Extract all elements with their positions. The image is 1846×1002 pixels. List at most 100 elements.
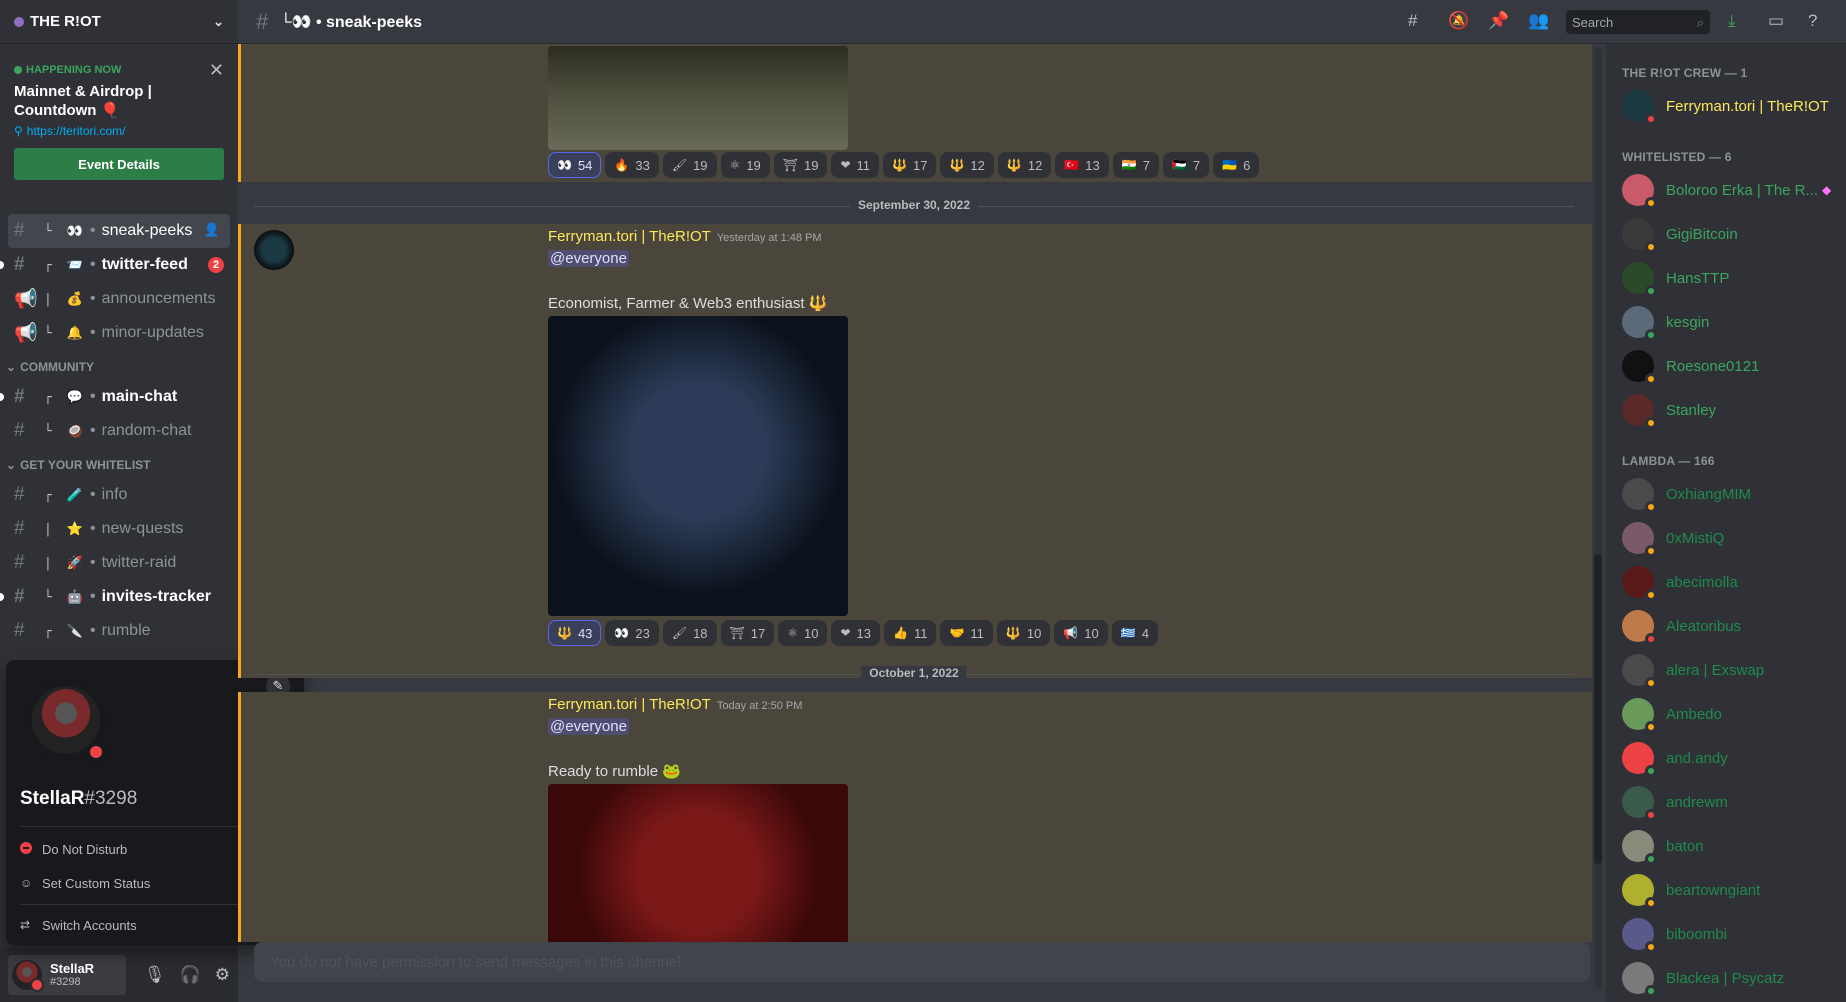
member-item[interactable]: Ambedo [1606,692,1846,736]
member-item[interactable]: Stanley [1606,388,1846,432]
channel-announcements[interactable]: 📢 | 💰 • announcements [0,282,238,316]
channel-random-chat[interactable]: # └ 🥥 • random-chat [0,414,238,448]
reaction-button[interactable]: 🔱 17 [883,152,937,178]
reaction-button[interactable]: 🔱 12 [997,152,1052,178]
reaction-button[interactable]: ❤ 13 [831,620,881,646]
member-item[interactable]: Blackea | Psycatz [1606,956,1846,1000]
everyone-mention[interactable]: @everyone [548,718,629,735]
everyone-mention[interactable]: @everyone [548,250,629,267]
member-item[interactable]: kesgin [1606,300,1846,344]
avatar[interactable] [1622,522,1657,557]
threads-icon[interactable]: # [1408,11,1417,31]
message-image[interactable] [548,784,848,942]
member-item[interactable]: biboombi [1606,912,1846,956]
member-item[interactable]: Ferryman.tori | TheR!OT [1606,84,1846,128]
channel-twitter-raid[interactable]: # | 🚀 • twitter-raid [0,546,238,580]
avatar[interactable] [1622,350,1657,385]
member-item[interactable]: GigiBitcoin [1606,212,1846,256]
reaction-button[interactable]: 🇹🇷 13 [1055,152,1109,178]
avatar[interactable] [1622,174,1657,209]
reaction-button[interactable]: 🇵🇸 7 [1162,152,1210,178]
microphone-icon[interactable]: 🎙 [144,965,166,985]
message-image[interactable] [548,316,848,616]
reaction-button[interactable]: 👀 23 [605,620,659,646]
user-panel-account[interactable]: StellaR #3298 [8,955,126,995]
avatar[interactable] [1622,262,1657,297]
reaction-button[interactable]: 🤝 11 [940,620,993,646]
headphones-icon[interactable]: 🎧 [180,965,201,985]
avatar[interactable] [1622,610,1657,645]
channel-minor-updates[interactable]: 📢 └ 🔔 • minor-updates [0,316,238,350]
add-user-icon[interactable]: 👤 [204,222,220,238]
avatar[interactable] [1622,918,1657,953]
message-author[interactable]: Ferryman.tori | TheR!OT Today at 2:50 PM [548,696,802,713]
channel-twitter-feed[interactable]: # ┌ 📨 • twitter-feed 2 [0,248,238,282]
reaction-button[interactable]: 👍 11 [884,620,937,646]
reaction-button[interactable]: 🇮🇳 7 [1112,152,1159,178]
avatar[interactable] [1622,394,1657,429]
event-details-button[interactable]: Event Details [14,148,224,180]
member-item[interactable]: 0xMistiQ [1606,516,1846,560]
member-item[interactable]: OxhiangMIM [1606,472,1846,516]
avatar[interactable] [1622,90,1657,125]
reaction-button[interactable]: ⛩ 19 [773,152,828,178]
event-url[interactable]: https://teritori.com/ [27,124,126,138]
member-item[interactable]: baton [1606,824,1846,868]
member-item[interactable]: Roesone0121 [1606,344,1846,388]
search-input[interactable]: Search ⌕ [1566,10,1710,34]
reaction-button[interactable]: ⛩ 17 [720,620,775,646]
download-icon[interactable]: ⤓ [1728,11,1736,31]
member-item[interactable]: HansTTP [1606,256,1846,300]
avatar[interactable] [1622,874,1657,909]
channel-main-chat[interactable]: # ┌ 💬 • main-chat [0,380,238,414]
avatar[interactable] [1622,962,1657,997]
reaction-button[interactable]: 📢 10 [1054,620,1108,646]
member-list-icon[interactable]: 👥 [1528,11,1549,31]
reaction-button[interactable]: 🔱 12 [940,152,994,178]
category-whitelist[interactable]: ⌄ GET YOUR WHITELIST [0,448,238,478]
reaction-button[interactable]: ❤ 11 [831,152,880,178]
avatar[interactable] [1622,566,1657,601]
channel-sneak-peeks[interactable]: # └ 👀 • sneak-peeks 👤 [8,214,230,248]
member-item[interactable]: Boloroo Erka | The R... ◆ [1606,168,1846,212]
member-item[interactable]: alera | Exswap [1606,648,1846,692]
chevron-down-icon[interactable]: ⌄ [213,14,224,30]
avatar[interactable] [1622,654,1657,689]
close-icon[interactable]: ✕ [209,60,224,81]
message-composer[interactable]: You do not have permission to send messa… [254,942,1590,982]
channel-info[interactable]: # ┌ 🧪 • info [0,478,238,512]
scrollbar-thumb[interactable] [1594,554,1602,864]
author-name[interactable]: Ferryman.tori | TheR!OT [548,228,711,245]
reaction-button[interactable]: 🇺🇦 6 [1213,152,1260,178]
reaction-button[interactable]: 🇬🇷 4 [1111,620,1158,646]
help-icon[interactable]: ? [1808,11,1817,31]
channel-rumble[interactable]: # ┌ 🔪 • rumble [0,614,238,648]
author-name[interactable]: Ferryman.tori | TheR!OT [548,696,711,713]
avatar[interactable] [1622,786,1657,821]
channel-new-quests[interactable]: # | ⭐ • new-quests [0,512,238,546]
server-header[interactable]: THE R!OT ⌄ [0,0,238,44]
channel-invites-tracker[interactable]: # └ 🤖 • invites-tracker [0,580,238,614]
member-item[interactable]: Aleatoribus [1606,604,1846,648]
avatar[interactable] [1622,830,1657,865]
pin-icon[interactable]: 📌 [1488,11,1509,31]
avatar[interactable] [1622,742,1657,777]
reaction-button[interactable]: 🔱 10 [996,620,1051,646]
member-item[interactable]: andrewm [1606,780,1846,824]
event-link[interactable]: ⚲ https://teritori.com/ [14,124,224,138]
avatar[interactable] [12,960,44,992]
avatar[interactable] [1622,306,1657,341]
inbox-icon[interactable]: ▭ [1768,11,1784,31]
member-item[interactable]: beartowngiant [1606,868,1846,912]
reaction-button[interactable]: 🔥 33 [605,152,659,178]
category-community[interactable]: ⌄ COMMUNITY [0,350,238,380]
member-item[interactable]: abecimolla [1606,560,1846,604]
member-item[interactable]: and.andy [1606,736,1846,780]
reaction-button[interactable]: ⚛ 19 [720,152,770,178]
reaction-button[interactable]: 👀 54 [548,152,602,178]
reaction-button[interactable]: 🔱 43 [548,620,602,646]
message-author[interactable]: Ferryman.tori | TheR!OT Yesterday at 1:48… [548,228,822,245]
avatar[interactable] [1622,218,1657,253]
avatar[interactable] [1622,698,1657,733]
gear-icon[interactable]: ⚙ [215,965,230,985]
